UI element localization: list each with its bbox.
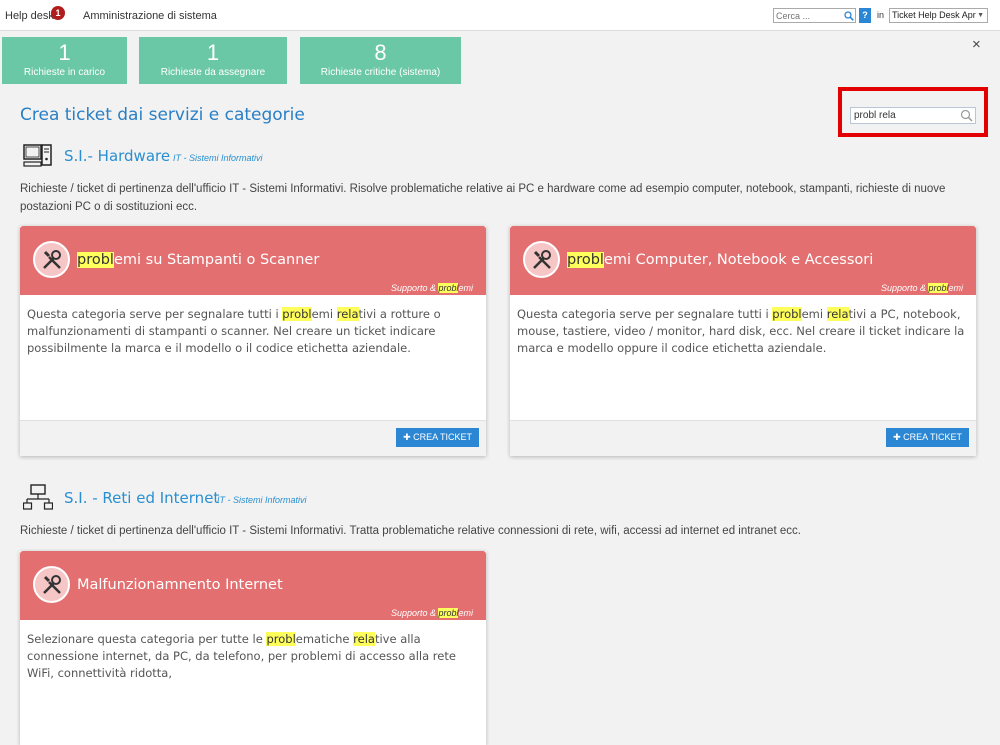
stat-tile-to-assign[interactable]: 1 Richieste da assegnare: [139, 37, 287, 84]
search-highlight: probl: [438, 608, 459, 618]
category-card-internet: Malfunzionamnento Internet Supporto & pr…: [20, 551, 486, 745]
search-highlight: probl: [438, 283, 459, 293]
service-title-network[interactable]: S.I. - Reti ed Internet: [64, 489, 219, 507]
stat-number: 1: [58, 40, 71, 65]
tools-icon: [33, 566, 70, 603]
stat-label: Richieste da assegnare: [160, 67, 266, 78]
search-highlight: probl: [77, 252, 114, 268]
stat-number: 8: [374, 40, 387, 65]
card-header[interactable]: problemi Computer, Notebook e Accessori …: [510, 226, 976, 295]
tag-text: Supporto &: [390, 283, 439, 293]
computer-icon: [23, 143, 53, 171]
nav-helpdesk[interactable]: Help desk: [5, 10, 54, 22]
card-title-text: Malfunzionamnento Internet: [77, 577, 283, 593]
notification-badge[interactable]: 1: [51, 6, 65, 20]
service-description: Richieste / ticket di pertinenza dell'uf…: [20, 183, 946, 213]
search-icon[interactable]: [843, 9, 855, 22]
tools-icon: [523, 241, 560, 278]
card-header[interactable]: Malfunzionamnento Internet Supporto & pr…: [20, 551, 486, 620]
service-subtitle: IT - Sistemi Informativi: [217, 495, 307, 505]
stat-number: 1: [206, 40, 220, 65]
tag-text: Supporto &: [390, 608, 439, 618]
stat-tile-in-charge[interactable]: 1 Richieste in carico: [2, 37, 127, 84]
card-footer: ✚ CREA TICKET: [510, 420, 976, 456]
create-ticket-button[interactable]: ✚ CREA TICKET: [886, 428, 969, 447]
service-title-hardware[interactable]: S.I.- Hardware: [64, 147, 170, 165]
search-highlight: probl: [282, 307, 312, 321]
tag-text: emi: [948, 283, 963, 293]
card-title-text: emi Computer, Notebook e Accessori: [603, 252, 874, 268]
tag-text: emi: [458, 283, 473, 293]
top-bar: Help desk 1 Amministrazione di sistema ?…: [0, 0, 1000, 31]
card-tag: Supporto & problemi: [881, 283, 963, 293]
search-icon[interactable]: [960, 109, 973, 122]
stat-label: Richieste critiche (sistema): [320, 67, 441, 78]
service-subtitle: IT - Sistemi Informativi: [173, 153, 263, 163]
stat-label: Richieste in carico: [23, 67, 106, 78]
tools-icon: [33, 241, 70, 278]
card-title: problemi Computer, Notebook e Accessori: [567, 252, 873, 268]
help-button[interactable]: ?: [859, 8, 871, 23]
card-title: Malfunzionamnento Internet: [77, 577, 283, 593]
card-tag: Supporto & problemi: [391, 608, 473, 618]
search-scope-label: in: [877, 10, 885, 20]
search-highlight: probl: [266, 632, 296, 646]
tag-text: emi: [458, 608, 473, 618]
nav-system-admin[interactable]: Amministrazione di sistema: [83, 10, 217, 22]
search-scope-select[interactable]: Ticket Help Desk Apr ▼: [889, 8, 988, 23]
search-scope-value: Ticket Help Desk Apr: [892, 10, 976, 20]
search-highlight: rela: [353, 632, 375, 646]
search-highlight: rela: [336, 307, 359, 321]
service-description: Richieste / ticket di pertinenza dell'uf…: [20, 525, 801, 537]
network-icon: [22, 484, 54, 512]
card-tag: Supporto & problemi: [391, 283, 473, 293]
tag-text: Supporto &: [880, 283, 929, 293]
card-description: Selezionare questa categoria per tutte l…: [27, 632, 456, 680]
page-title: Crea ticket dai servizi e categorie: [20, 105, 305, 125]
category-card-printers: problemi su Stampanti o Scanner Supporto…: [20, 226, 486, 456]
category-filter-input[interactable]: [850, 107, 976, 124]
search-highlight: probl: [772, 307, 802, 321]
card-title-text: emi su Stampanti o Scanner: [113, 252, 320, 268]
card-description: Questa categoria serve per segnalare tut…: [27, 307, 441, 355]
create-ticket-button[interactable]: ✚ CREA TICKET: [396, 428, 479, 447]
search-highlight: probl: [567, 252, 604, 268]
close-icon[interactable]: ×: [972, 36, 981, 53]
card-title: problemi su Stampanti o Scanner: [77, 252, 319, 268]
plus-icon: ✚: [893, 432, 904, 442]
category-card-computers: problemi Computer, Notebook e Accessori …: [510, 226, 976, 456]
chevron-down-icon: ▼: [977, 12, 984, 19]
card-description: Questa categoria serve per segnalare tut…: [517, 307, 965, 355]
card-footer: ✚ CREA TICKET: [20, 420, 486, 456]
search-highlight: rela: [826, 307, 849, 321]
plus-icon: ✚: [403, 432, 414, 442]
card-header[interactable]: problemi su Stampanti o Scanner Supporto…: [20, 226, 486, 295]
stat-tile-critical[interactable]: 8 Richieste critiche (sistema): [300, 37, 461, 84]
search-highlight: probl: [928, 283, 949, 293]
